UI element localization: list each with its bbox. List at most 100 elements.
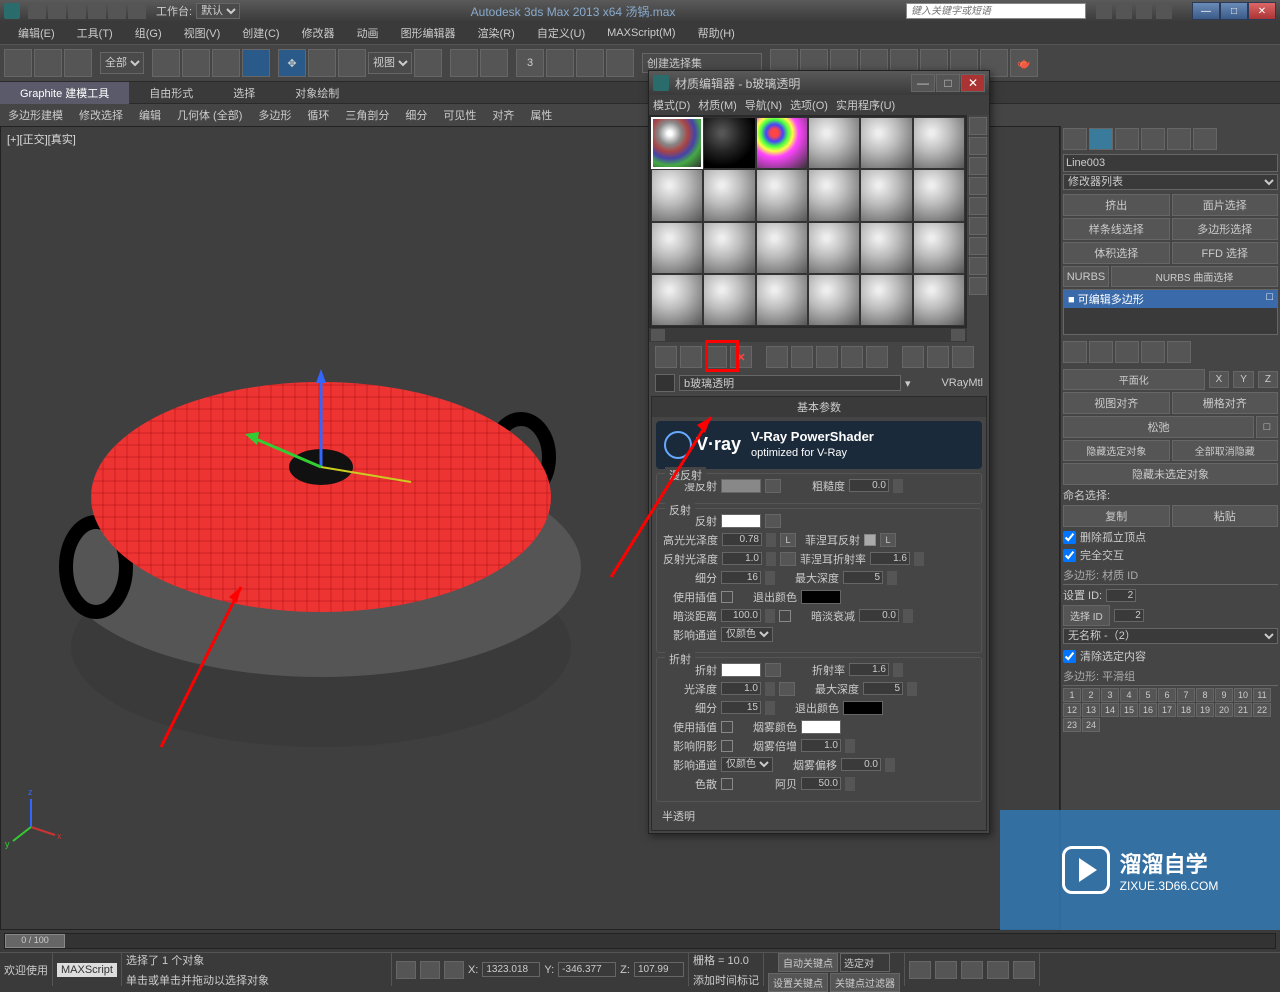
menu-view[interactable]: 视图(V)	[174, 23, 231, 43]
axis-z[interactable]: Z	[1258, 371, 1278, 388]
modifier-stack[interactable]: ■ 可编辑多边形□	[1063, 289, 1278, 335]
sg-22[interactable]: 22	[1253, 703, 1271, 717]
mat-slot-9[interactable]	[756, 169, 808, 221]
goto-start-icon[interactable]	[909, 961, 931, 979]
refr-gloss-spinner[interactable]	[721, 682, 761, 695]
matid-name-dropdown[interactable]: 无名称 -（2）	[1063, 628, 1278, 644]
delete-iso-checkbox[interactable]	[1063, 531, 1076, 544]
minimize-button[interactable]: —	[1192, 2, 1220, 20]
mat-slot-2[interactable]	[703, 117, 755, 169]
affect-shadow-checkbox[interactable]	[721, 740, 733, 752]
axis-y[interactable]: Y	[1233, 371, 1254, 388]
key-icon[interactable]	[420, 961, 440, 979]
close-button[interactable]: ✕	[1248, 2, 1276, 20]
ribbon-tab-paint[interactable]: 对象绘制	[275, 82, 359, 104]
select-rect-button[interactable]	[212, 49, 240, 77]
get-material-icon[interactable]	[655, 346, 677, 368]
menu-animation[interactable]: 动画	[347, 23, 389, 43]
menu-edit[interactable]: 编辑(E)	[8, 23, 65, 43]
me-menu-material[interactable]: 材质(M)	[698, 97, 737, 113]
relax-settings-button[interactable]: □	[1256, 416, 1278, 438]
sg-1[interactable]: 1	[1063, 688, 1081, 702]
sg-3[interactable]: 3	[1101, 688, 1119, 702]
mat-slot-8[interactable]	[703, 169, 755, 221]
ribbon-sub-loop[interactable]: 循环	[299, 104, 337, 126]
favorites-icon[interactable]	[1116, 3, 1132, 19]
nurbs-button[interactable]: NURBS	[1063, 266, 1109, 287]
mat-slot-3[interactable]	[756, 117, 808, 169]
menu-render[interactable]: 渲染(R)	[468, 23, 525, 43]
sg-8[interactable]: 8	[1196, 688, 1214, 702]
ribbon-sub-props[interactable]: 属性	[522, 104, 560, 126]
coord-x-input[interactable]	[482, 962, 540, 977]
mat-slot-12[interactable]	[913, 169, 965, 221]
new-icon[interactable]	[28, 3, 46, 19]
prev-frame-icon[interactable]	[935, 961, 957, 979]
mat-slot-21[interactable]	[756, 274, 808, 326]
reflect-gloss-spinner[interactable]	[722, 552, 762, 565]
pin-icon[interactable]	[1063, 341, 1087, 363]
me-minimize-button[interactable]: —	[911, 74, 935, 92]
axis-x[interactable]: X	[1209, 371, 1230, 388]
sg-24[interactable]: 24	[1082, 718, 1100, 732]
make-unique-icon[interactable]	[1115, 341, 1139, 363]
add-marker-label[interactable]: 添加时间标记	[693, 972, 759, 988]
put-library-icon[interactable]	[816, 346, 838, 368]
mat-slot-15[interactable]	[756, 222, 808, 274]
coord-z-input[interactable]	[634, 962, 684, 977]
ribbon-sub-subd[interactable]: 细分	[397, 104, 435, 126]
patch-select-button[interactable]: 面片选择	[1172, 194, 1279, 216]
pivot-button[interactable]	[414, 49, 442, 77]
abbe-spinner[interactable]	[801, 777, 841, 790]
mat-slot-6[interactable]	[913, 117, 965, 169]
sg-16[interactable]: 16	[1139, 703, 1157, 717]
bind-button[interactable]	[64, 49, 92, 77]
extrude-button[interactable]: 挤出	[1063, 194, 1170, 216]
spline-select-button[interactable]: 样条线选择	[1063, 218, 1170, 240]
dim-dist-spinner[interactable]	[721, 609, 761, 622]
me-maximize-button[interactable]: □	[936, 74, 960, 92]
undo-icon[interactable]	[88, 3, 106, 19]
mat-slot-1[interactable]	[651, 117, 703, 169]
manipulate-button[interactable]	[450, 49, 478, 77]
sg-5[interactable]: 5	[1139, 688, 1157, 702]
configure-icon[interactable]	[1167, 341, 1191, 363]
me-menu-utils[interactable]: 实用程序(U)	[836, 97, 895, 113]
set-id-spinner[interactable]	[1106, 589, 1136, 602]
help-icon[interactable]	[1156, 3, 1172, 19]
pick-material-icon[interactable]	[655, 374, 675, 392]
sg-23[interactable]: 23	[1063, 718, 1081, 732]
sg-4[interactable]: 4	[1120, 688, 1138, 702]
mat-slot-4[interactable]	[808, 117, 860, 169]
uv-tile-icon[interactable]	[969, 177, 987, 195]
refl-interp-checkbox[interactable]	[721, 591, 733, 603]
sg-20[interactable]: 20	[1215, 703, 1233, 717]
snap-button[interactable]: 3	[516, 49, 544, 77]
display-tab-icon[interactable]	[1167, 128, 1191, 150]
fog-bias-spinner[interactable]	[841, 758, 881, 771]
clear-sel-checkbox[interactable]	[1063, 650, 1076, 663]
ribbon-sub-polygon[interactable]: 多边形	[250, 104, 299, 126]
ffd-select-button[interactable]: FFD 选择	[1172, 242, 1279, 264]
motion-tab-icon[interactable]	[1141, 128, 1165, 150]
sg-14[interactable]: 14	[1101, 703, 1119, 717]
ribbon-sub-align[interactable]: 对齐	[484, 104, 522, 126]
coord-y-input[interactable]	[558, 962, 616, 977]
fresnel-ior-spinner[interactable]	[870, 552, 910, 565]
menu-graph[interactable]: 图形编辑器	[391, 23, 466, 43]
surf-select-button[interactable]: NURBS 曲面选择	[1111, 266, 1278, 287]
roughness-spinner[interactable]	[849, 479, 889, 492]
select-by-mat-icon[interactable]	[969, 257, 987, 275]
link-icon[interactable]	[128, 3, 146, 19]
scroll-left-icon[interactable]	[651, 329, 665, 341]
sg-7[interactable]: 7	[1177, 688, 1195, 702]
goto-end-icon[interactable]	[1013, 961, 1035, 979]
fresnel-checkbox[interactable]	[864, 534, 876, 546]
unhide-all-button[interactable]: 全部取消隐藏	[1172, 440, 1279, 461]
diffuse-swatch[interactable]	[721, 479, 761, 493]
material-editor-titlebar[interactable]: 材质编辑器 - b玻璃透明 — □ ✕	[649, 71, 989, 95]
scroll-right-icon[interactable]	[951, 329, 965, 341]
show-in-viewport-icon[interactable]	[866, 346, 888, 368]
select-name-button[interactable]	[182, 49, 210, 77]
autokey-button[interactable]: 自动关键点	[778, 953, 838, 972]
